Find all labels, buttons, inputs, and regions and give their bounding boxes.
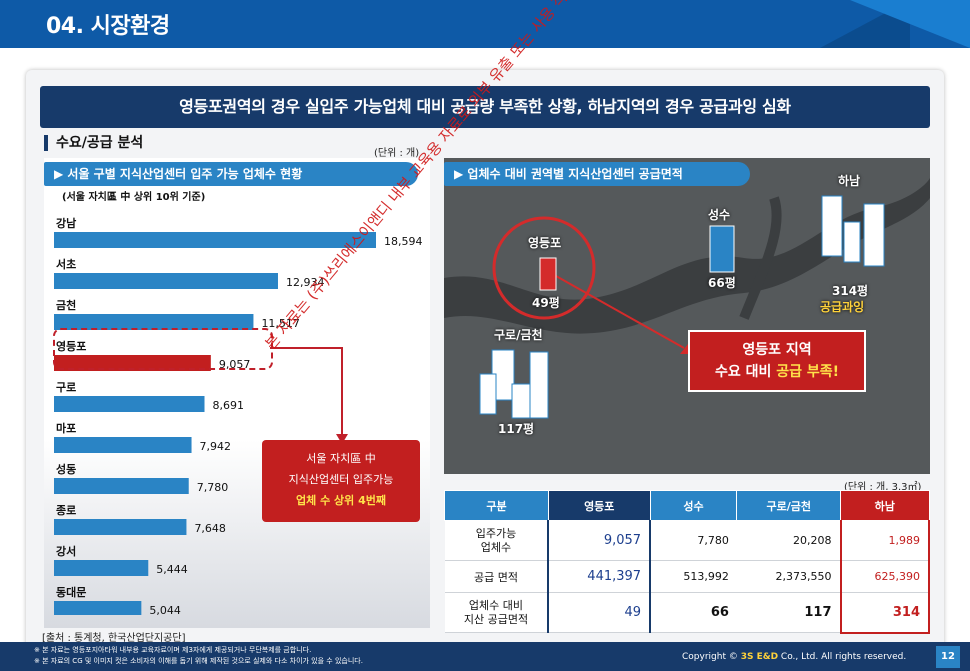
category-label: 강서 [56,544,76,558]
bar [54,560,149,576]
map-label-seongsu: 성수 [708,208,731,222]
table-row-label: 공급 면적 [444,560,549,593]
table-cell: 66 [650,592,737,633]
value-label: 8,691 [213,399,245,412]
left-chart-heading: ▶ 서울 구별 지식산업센터 입주 가능 업체수 현황 [44,162,418,186]
bar [54,519,187,535]
category-label: 강남 [56,216,76,230]
table-cell: 49 [547,592,652,633]
category-label: 구로 [56,381,76,394]
category-label: 성동 [56,462,76,476]
bar [54,437,192,453]
page-title: 04. 시장환경 [46,14,170,39]
callout-arrow [270,347,348,444]
map-callout-text: 수요 대비 [714,364,777,380]
bar [54,396,205,412]
highlight-dashed-box [53,328,273,370]
map-callout-line: 영등포 지역 [742,342,812,358]
table-cell: 314 [839,592,930,634]
copyright-brand: 3S E&D [740,652,779,662]
table-row: 입주가능 업체수 9,057 7,780 20,208 1,989 [444,520,930,561]
category-label: 금천 [56,298,76,312]
category-label: 마포 [56,421,76,435]
page: 04. 시장환경 영등포권역의 경우 실입주 가능업체 대비 공급량 부족한 상… [0,0,970,671]
map-label-hanam: 하남 [838,174,861,188]
value-label: 18,594 [384,235,423,248]
bar [54,601,142,615]
bar [54,478,189,494]
table-cell: 20,208 [736,520,841,561]
table-cell: 7,780 [650,520,737,561]
footer-notes: ※ 본 자료는 영등포지아타워 내부용 교육자료이며 제3자에게 제공되거나 무… [34,645,363,667]
table-header: 구로/금천 [736,490,841,521]
category-label: 서초 [56,257,76,271]
header-decoration [850,0,970,48]
header-bar: 04. 시장환경 [0,0,970,48]
table-row-label: 업체수 대비 지산 공급면적 [444,592,549,633]
footer-note: ※ 본 자료의 CG 및 이미지 컷은 소비자의 이해를 돕기 위해 제작된 것… [34,657,363,665]
copyright: Copyright © 3S E&D Co., Ltd. All rights … [682,652,906,662]
map-callout: 영등포 지역 수요 대비 공급 부족! [688,330,866,392]
table-header: 영등포 [547,490,651,521]
ranking-callout: 서울 자치區 中 지식산업센터 입주가능 업체 수 상위 4번째 [262,440,420,522]
map-callout-line: 수요 대비 공급 부족! [690,361,864,383]
copyright-text: Co., Ltd. All rights reserved. [778,652,907,662]
table-cell: 513,992 [650,560,737,593]
table-cell: 9,057 [547,520,652,561]
map-value-hanam: 314평 [832,284,869,298]
table-cell: 625,390 [839,560,930,593]
map-value-guro: 117평 [498,422,535,436]
bar [54,273,278,289]
section-title: 수요/공급 분석 [44,135,143,151]
category-label: 동대문 [56,585,86,599]
table-row: 업체수 대비 지산 공급면적 49 66 117 314 [444,592,930,634]
supply-table: 구분 영등포 성수 구로/금천 하남 입주가능 업체수 9,057 7,780 … [444,490,930,634]
category-label: 종로 [56,504,76,517]
bar [54,232,376,248]
map-value-seongsu: 66평 [708,276,736,290]
map-note-hanam: 공급과잉 [820,300,865,314]
callout-line: 지식산업센터 입주가능 [288,473,394,486]
map-value-ydp: 49평 [532,296,560,310]
table-header: 성수 [649,490,738,521]
value-label: 7,942 [200,440,232,453]
page-number: 12 [936,646,960,668]
table-row: 공급 면적 441,397 513,992 2,373,550 625,390 [444,560,930,593]
value-label: 7,780 [197,481,229,494]
value-label: 5,044 [149,604,181,615]
table-header: 하남 [840,490,930,521]
copyright-text: Copyright © [682,652,741,662]
value-label: 7,648 [194,522,226,535]
table-header: 구분 [444,490,549,521]
footer-note: ※ 본 자료는 영등포지아타워 내부용 교육자료이며 제3자에게 제공되거나 무… [34,646,312,654]
bar-chart: 강남18,594서초12,934금천11,517영등포9,057구로8,691마… [54,216,423,615]
map-label-ydp: 영등포 [528,236,562,250]
value-label: 5,444 [156,563,188,576]
right-map-heading: ▶ 업체수 대비 권역별 지식산업센터 공급면적 [444,162,750,186]
table-cell: 441,397 [547,560,652,593]
table-row-label: 입주가능 업체수 [444,520,549,561]
table-header-row: 구분 영등포 성수 구로/금천 하남 [444,490,930,521]
map-label-guro: 구로/금천 [494,328,543,342]
table-cell: 117 [736,592,841,633]
map-callout-highlight: 공급 부족! [776,364,840,380]
table-cell: 1,989 [839,520,930,561]
callout-highlight: 업체 수 상위 4번째 [296,494,386,507]
table-cell: 2,373,550 [736,560,841,593]
left-chart-subheading: (서울 자치區 中 상위 10위 기준) [62,192,206,203]
callout-line: 서울 자치區 中 [306,452,376,465]
